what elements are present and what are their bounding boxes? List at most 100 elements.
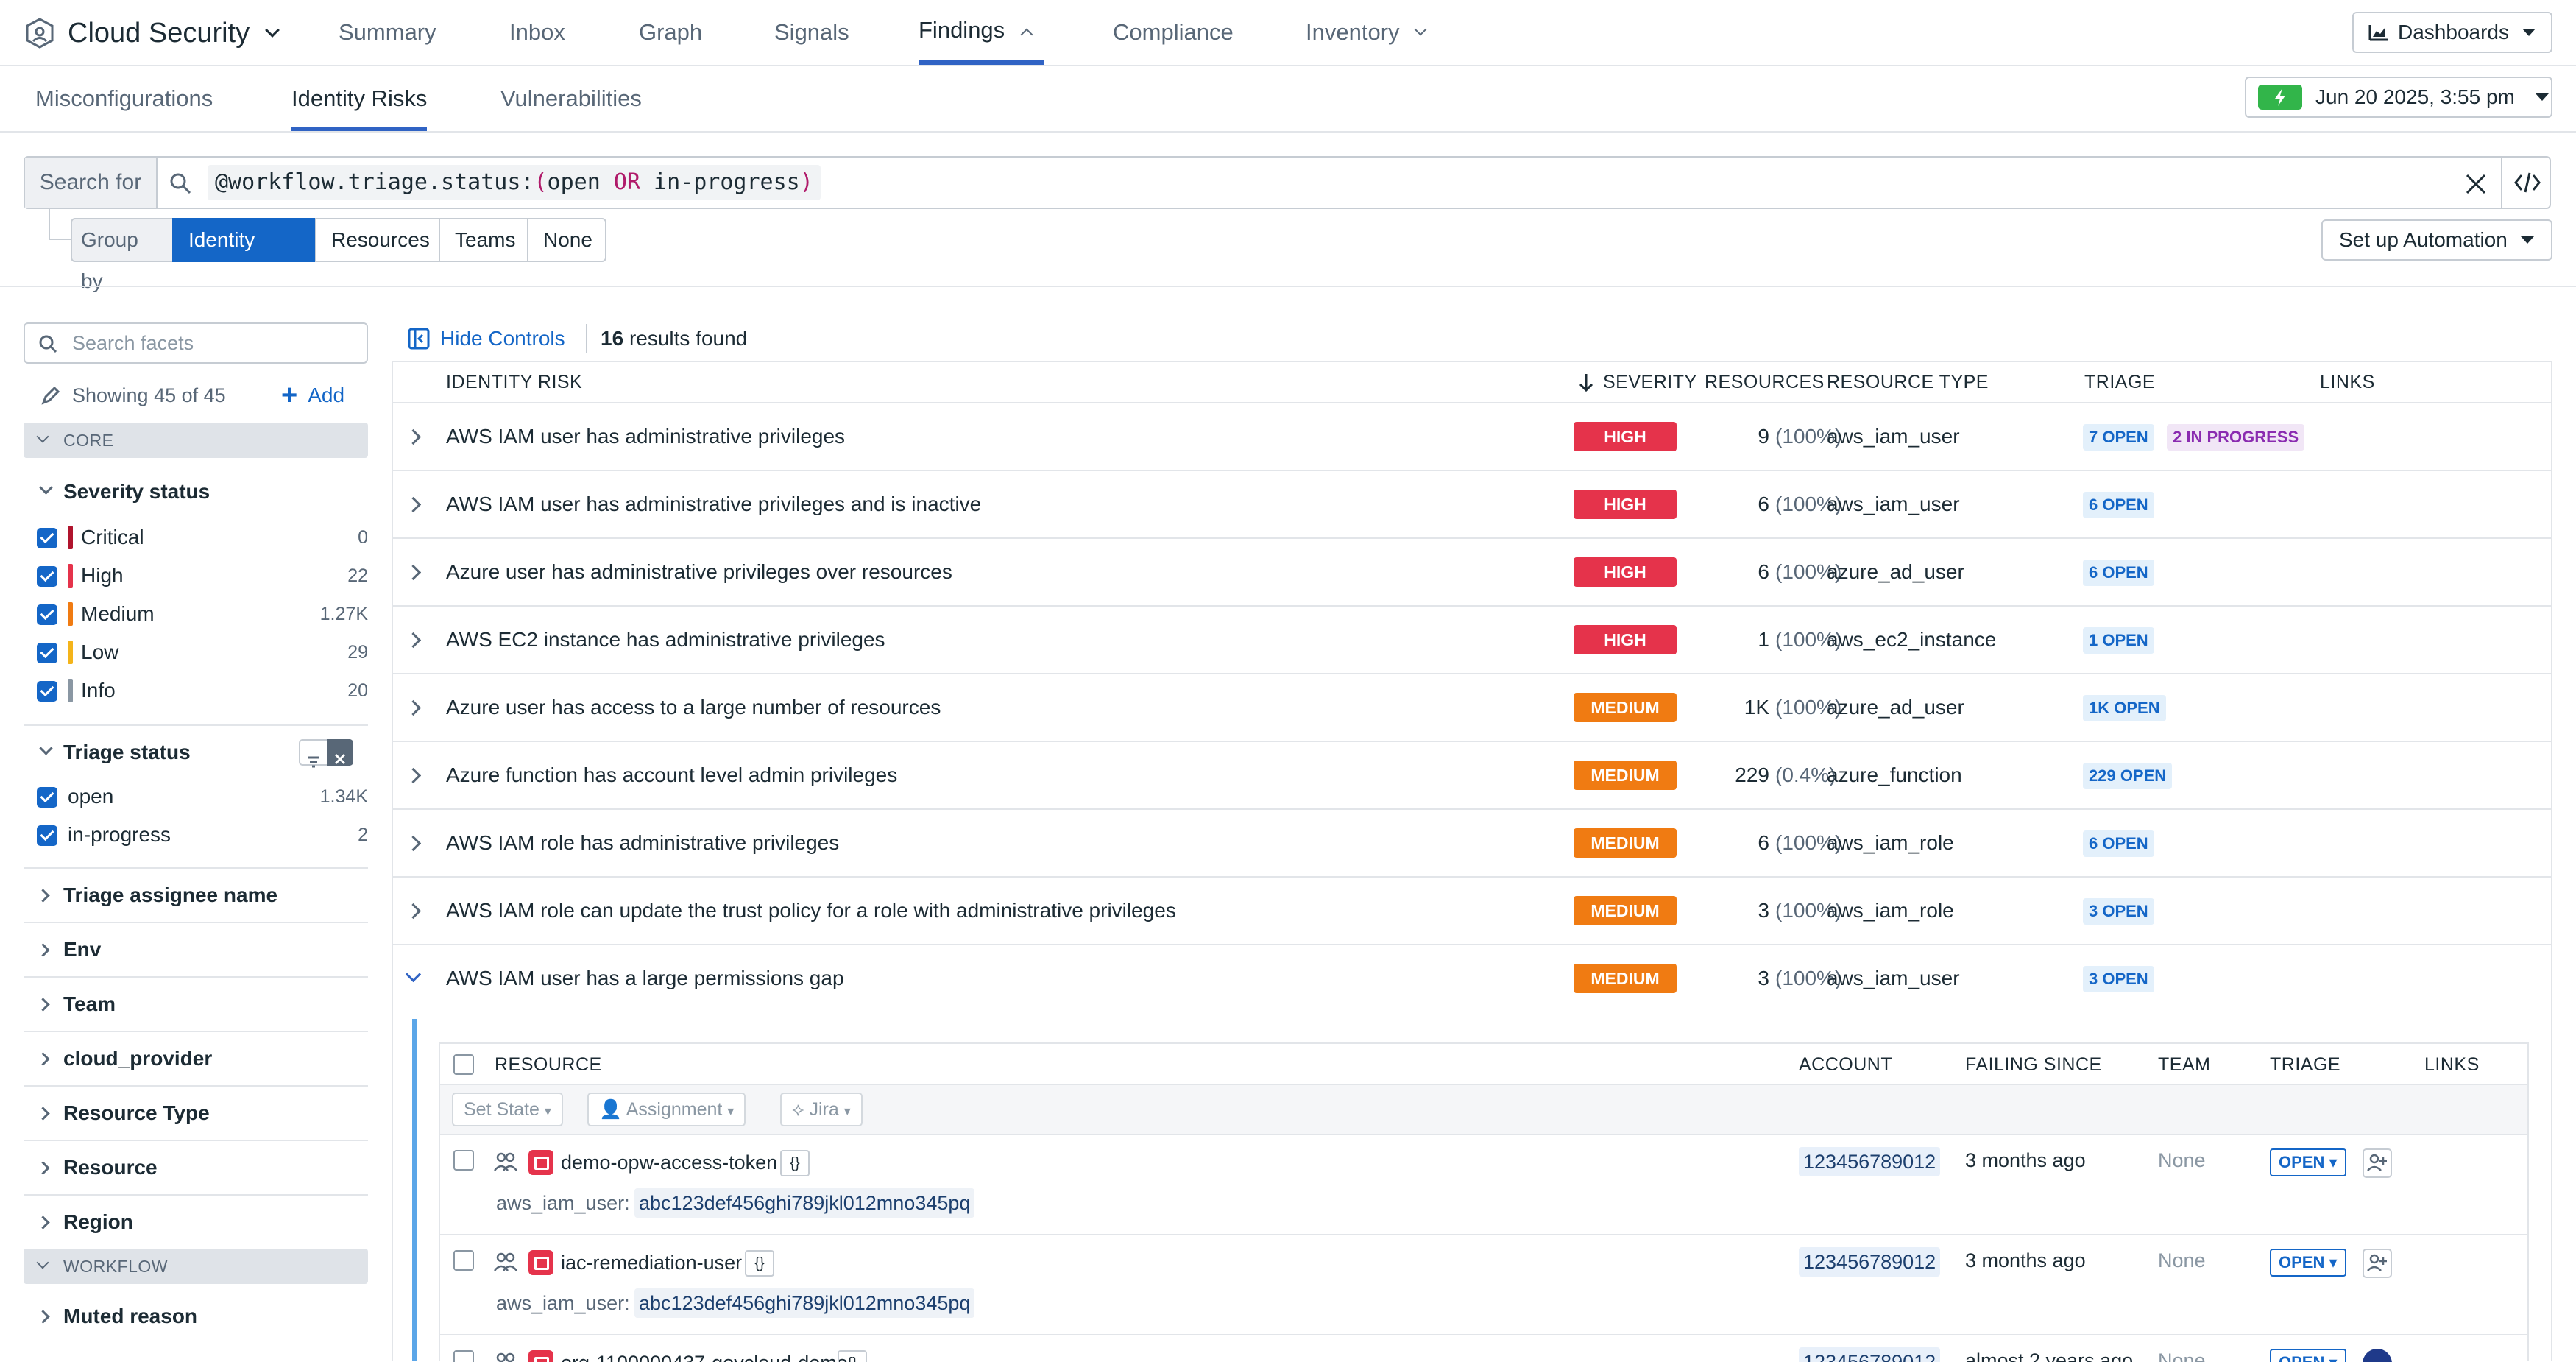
col-resource[interactable]: RESOURCE xyxy=(495,1044,602,1085)
hide-controls-button[interactable]: Hide Controls xyxy=(408,324,565,353)
row-checkbox[interactable] xyxy=(453,1250,474,1271)
chevron-down-icon[interactable] xyxy=(405,966,422,983)
resource-row[interactable]: org-1100000437-govcloud-demo {} 12345678… xyxy=(440,1334,2527,1362)
resource-name[interactable]: iac-remediation-user xyxy=(561,1247,742,1278)
checkbox[interactable] xyxy=(37,825,57,846)
tab-identity-risks[interactable]: Identity Risks xyxy=(291,66,428,131)
groupby-identity-risk[interactable]: Identity Risk xyxy=(172,218,316,292)
groupby-none[interactable]: None xyxy=(527,218,606,262)
triage-select[interactable]: OPEN ▾ xyxy=(2270,1249,2346,1277)
col-resource-type[interactable]: RESOURCE TYPE xyxy=(1827,362,1989,402)
table-row[interactable]: AWS IAM user has administrative privileg… xyxy=(392,471,2552,539)
checkbox[interactable] xyxy=(37,681,57,702)
triage-open-badge[interactable]: 6 OPEN xyxy=(2083,492,2154,518)
tab-findings[interactable]: Findings xyxy=(919,0,1044,65)
tab-signals[interactable]: Signals xyxy=(774,0,849,65)
product-switcher[interactable]: Cloud Security xyxy=(24,15,280,52)
checkbox[interactable] xyxy=(37,566,57,587)
facet-section-workflow[interactable]: WORKFLOW xyxy=(24,1249,368,1284)
table-row[interactable]: Azure user has administrative privileges… xyxy=(392,539,2552,607)
col-triage[interactable]: TRIAGE xyxy=(2270,1044,2340,1085)
facet-triage-header[interactable]: Triage status xyxy=(24,724,368,777)
checkbox[interactable] xyxy=(37,604,57,625)
facet-triage-in-progress[interactable]: in-progress 2 xyxy=(37,816,368,854)
checkbox[interactable] xyxy=(37,528,57,548)
facet-team[interactable]: Team xyxy=(24,976,368,1029)
search-query[interactable]: @workflow.triage.status:(open OR in-prog… xyxy=(208,165,821,200)
facet-search-input[interactable]: Search facets xyxy=(24,322,368,364)
select-all-checkbox[interactable] xyxy=(453,1054,474,1075)
resource-name[interactable]: org-1100000437-govcloud-demo xyxy=(561,1347,848,1362)
col-resources[interactable]: RESOURCES xyxy=(1705,362,1825,402)
triage-open-badge[interactable]: 1K OPEN xyxy=(2083,695,2166,721)
assignment-dropdown[interactable]: 👤 Assignment ▾ xyxy=(587,1093,746,1126)
tab-misconfigurations[interactable]: Misconfigurations xyxy=(35,66,213,131)
tab-summary[interactable]: Summary xyxy=(339,0,436,65)
facet-severity-header[interactable]: Severity status xyxy=(24,465,368,518)
add-facet-button[interactable]: + Add xyxy=(281,380,344,411)
tab-vulnerabilities[interactable]: Vulnerabilities xyxy=(500,66,642,131)
col-failing-since[interactable]: FAILING SINCE xyxy=(1965,1044,2102,1085)
checkbox[interactable] xyxy=(37,787,57,808)
triage-open-badge[interactable]: 1 OPEN xyxy=(2083,627,2154,654)
tab-inbox[interactable]: Inbox xyxy=(509,0,565,65)
resource-row[interactable]: demo-opw-access-token {} aws_iam_user: a… xyxy=(440,1134,2527,1234)
chevron-right-icon[interactable] xyxy=(405,632,422,649)
triage-select[interactable]: OPEN ▾ xyxy=(2270,1349,2346,1362)
table-row[interactable]: AWS IAM role can update the trust policy… xyxy=(392,878,2552,945)
facet-env[interactable]: Env xyxy=(24,922,368,975)
account-id[interactable]: 123456789012 xyxy=(1799,1247,1941,1277)
code-icon[interactable] xyxy=(2514,171,2541,194)
resource-name[interactable]: demo-opw-access-token xyxy=(561,1147,777,1178)
triage-open-badge[interactable]: 6 OPEN xyxy=(2083,560,2154,586)
col-severity[interactable]: SEVERITY xyxy=(1603,362,1697,402)
account-id[interactable]: 123456789012 xyxy=(1799,1147,1941,1176)
resource-id[interactable]: abc123def456ghi789jkl012mno345pq xyxy=(634,1288,975,1318)
row-checkbox[interactable] xyxy=(453,1150,474,1171)
resource-id[interactable]: abc123def456ghi789jkl012mno345pq xyxy=(634,1188,975,1218)
time-selector[interactable]: Jun 20 2025, 3:55 pm xyxy=(2245,77,2552,118)
setup-automation-button[interactable]: Set up Automation xyxy=(2321,219,2552,261)
table-row[interactable]: AWS IAM role has administrative privileg… xyxy=(392,810,2552,878)
facet-severity-high[interactable]: High 22 xyxy=(37,557,368,595)
dashboards-button[interactable]: Dashboards xyxy=(2352,12,2552,53)
chevron-right-icon[interactable] xyxy=(405,767,422,784)
facet-severity-critical[interactable]: Critical 0 xyxy=(37,518,368,557)
groupby-teams[interactable]: Teams xyxy=(439,218,528,262)
chevron-right-icon[interactable] xyxy=(405,903,422,920)
facet-resource[interactable]: Resource xyxy=(24,1140,368,1193)
filter-icon[interactable] xyxy=(299,739,328,768)
col-identity-risk[interactable]: IDENTITY RISK xyxy=(446,362,582,402)
col-links[interactable]: LINKS xyxy=(2424,1044,2480,1085)
triage-progress-badge[interactable]: 2 IN PROGRESS xyxy=(2167,424,2305,451)
account-id[interactable]: 123456789012 xyxy=(1799,1347,1941,1362)
table-row[interactable]: AWS IAM user has administrative privileg… xyxy=(392,403,2552,471)
facet-triage-assignee[interactable]: Triage assignee name xyxy=(24,867,368,920)
tab-inventory[interactable]: Inventory xyxy=(1306,0,1427,65)
checkbox[interactable] xyxy=(37,643,57,663)
chevron-right-icon[interactable] xyxy=(405,699,422,716)
avatar[interactable] xyxy=(2363,1349,2392,1362)
facet-section-core[interactable]: CORE xyxy=(24,423,368,458)
assign-user-button[interactable] xyxy=(2363,1148,2392,1178)
col-team[interactable]: TEAM xyxy=(2158,1044,2210,1085)
chevron-right-icon[interactable] xyxy=(405,496,422,513)
table-row-expanded[interactable]: AWS IAM user has a large permissions gap… xyxy=(392,945,2552,1019)
chevron-right-icon[interactable] xyxy=(405,564,422,581)
triage-open-badge[interactable]: 229 OPEN xyxy=(2083,763,2173,789)
tab-graph[interactable]: Graph xyxy=(639,0,702,65)
assign-user-button[interactable] xyxy=(2363,1249,2392,1278)
triage-open-badge[interactable]: 7 OPEN xyxy=(2083,424,2154,451)
facet-severity-info[interactable]: Info 20 xyxy=(37,671,368,710)
chevron-right-icon[interactable] xyxy=(405,835,422,852)
set-state-dropdown[interactable]: Set State ▾ xyxy=(452,1093,563,1126)
facet-cloud-provider[interactable]: cloud_provider xyxy=(24,1031,368,1084)
triage-select[interactable]: OPEN ▾ xyxy=(2270,1148,2346,1176)
table-row[interactable]: Azure user has access to a large number … xyxy=(392,674,2552,742)
resource-row[interactable]: iac-remediation-user {} aws_iam_user: ab… xyxy=(440,1234,2527,1334)
json-icon[interactable]: {} xyxy=(780,1150,810,1176)
pencil-icon[interactable] xyxy=(40,384,62,406)
triage-open-badge[interactable]: 3 OPEN xyxy=(2083,898,2154,925)
search-bar[interactable]: Search for @workflow.triage.status:(open… xyxy=(24,156,2551,209)
col-triage[interactable]: TRIAGE xyxy=(2084,362,2155,402)
